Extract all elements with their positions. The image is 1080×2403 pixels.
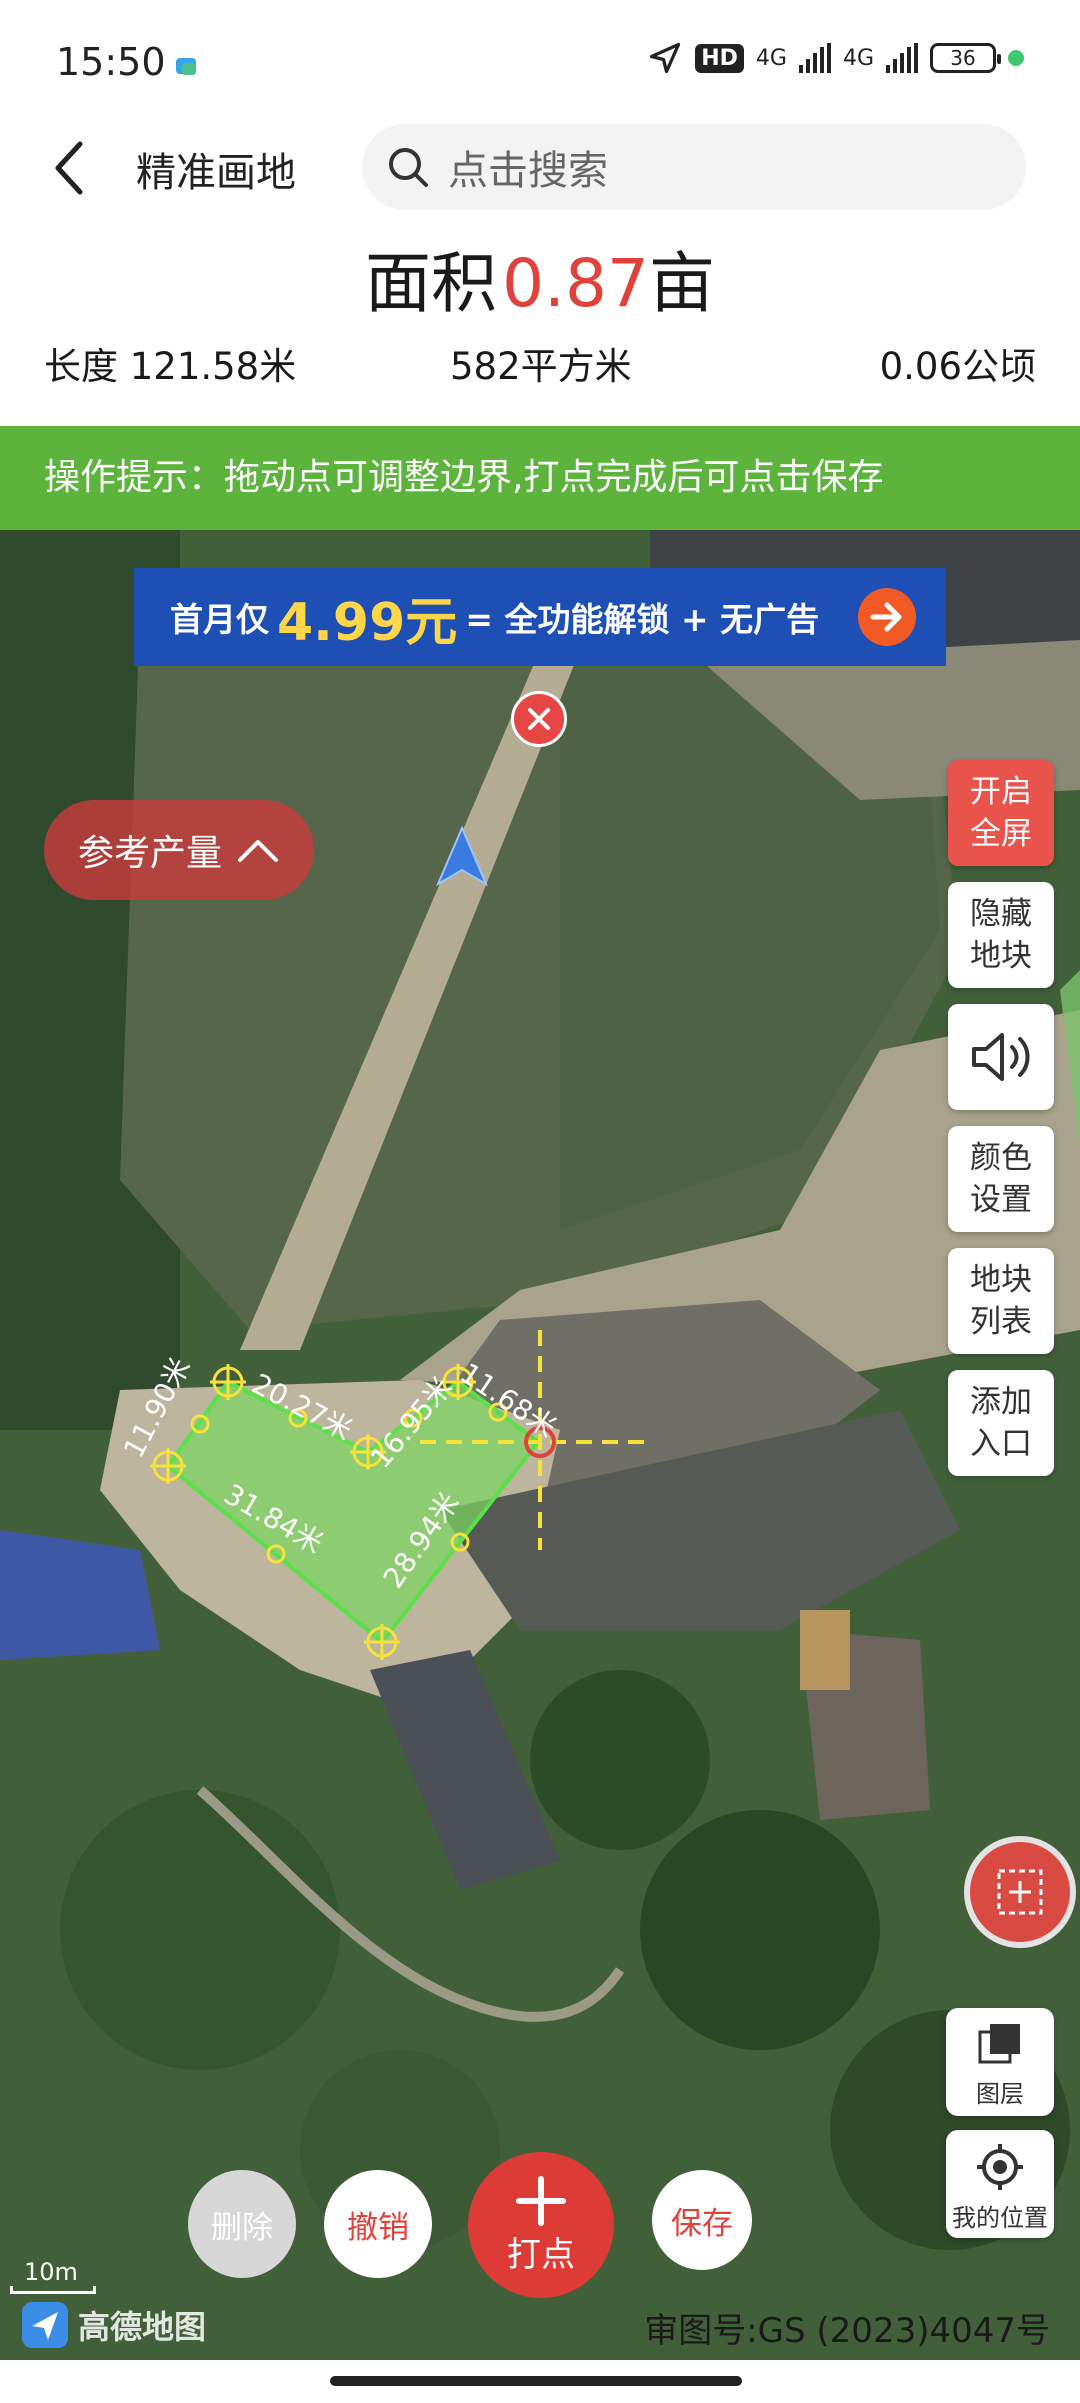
fullscreen-label-1: 开启 <box>970 774 1032 810</box>
area-label: 面积 <box>364 245 497 322</box>
back-button[interactable] <box>40 138 100 198</box>
hide-plot-button[interactable]: 隐藏 地块 <box>948 882 1054 988</box>
area-summary: 面积 0.87亩 <box>0 230 1080 330</box>
operation-tip-bar: 操作提示：拖动点可调整边界,打点完成后可点击保存 <box>0 426 1080 530</box>
map-scale: 10m <box>10 2258 96 2294</box>
map-approval-number: 审图号:GS (2023)4047号 <box>644 2311 1050 2351</box>
promo-price: 4.99元 <box>277 592 458 653</box>
perimeter-length: 长度 121.58米 <box>44 345 297 388</box>
locate-icon <box>977 2144 1023 2190</box>
undo-button[interactable]: 撤销 <box>324 2170 432 2278</box>
current-position-arrow-icon <box>436 826 488 886</box>
arrow-right-icon <box>858 588 916 646</box>
measurement-stats: 长度 121.58米 582平方米 0.06公顷 <box>0 332 1080 392</box>
promo-banner[interactable]: 首月仅 4.99元 = 全功能解锁 + 无广告 <box>134 568 946 666</box>
color-settings-label-2: 设置 <box>970 1182 1032 1218</box>
status-time: 15:50 <box>56 40 166 84</box>
measure-mode-button[interactable] <box>964 1836 1076 1948</box>
network-type-2: 4G <box>842 45 874 71</box>
measure-grid-icon <box>997 1869 1043 1915</box>
speaker-icon <box>972 1033 1030 1081</box>
plot-list-button[interactable]: 地块 列表 <box>948 1248 1054 1354</box>
add-entry-button[interactable]: 添加 入口 <box>948 1370 1054 1476</box>
area-unit: 亩 <box>649 245 716 322</box>
signal-icon-2 <box>886 43 918 73</box>
add-entry-label-1: 添加 <box>970 1384 1032 1420</box>
hide-plot-label-1: 隐藏 <box>970 896 1032 932</box>
plus-icon <box>516 2175 566 2226</box>
reference-yield-label: 参考产量 <box>77 833 222 874</box>
add-entry-label-2: 入口 <box>970 1426 1032 1462</box>
color-settings-label-1: 颜色 <box>970 1140 1032 1176</box>
plot-list-label-2: 列表 <box>970 1304 1032 1340</box>
map-provider-name: 高德地图 <box>78 2308 207 2346</box>
privacy-indicator-dot <box>1008 50 1024 66</box>
layers-label: 图层 <box>976 2080 1024 2108</box>
hide-plot-label-2: 地块 <box>970 938 1032 974</box>
promo-prefix: 首月仅 <box>170 600 269 639</box>
fullscreen-toggle-button[interactable]: 开启 全屏 <box>948 760 1054 866</box>
save-button[interactable]: 保存 <box>652 2170 752 2270</box>
hd-voice-icon: HD <box>695 43 744 73</box>
close-promo-button[interactable] <box>511 691 567 747</box>
status-icons: HD 4G 4G 36 <box>647 40 1024 76</box>
scale-bar <box>10 2286 96 2294</box>
signal-icon-1 <box>798 43 831 73</box>
message-notification-icon <box>176 58 196 75</box>
layers-button[interactable]: 图层 <box>946 2008 1054 2116</box>
location-arrow-icon <box>650 42 681 74</box>
close-icon <box>528 708 550 730</box>
network-type-1: 4G <box>755 45 787 71</box>
scale-label: 10m <box>24 2258 78 2286</box>
search-icon <box>389 148 428 187</box>
battery-icon: 36 <box>930 43 1001 73</box>
reference-yield-button[interactable]: 参考产量 <box>44 800 314 900</box>
hectares: 0.06公顷 <box>879 345 1036 388</box>
my-location-button[interactable]: 我的位置 <box>946 2130 1054 2238</box>
search-placeholder: 点击搜索 <box>448 148 608 194</box>
square-meters: 582平方米 <box>450 345 632 388</box>
app-header: 精准画地 点击搜索 <box>0 120 1080 230</box>
color-settings-button[interactable]: 颜色 设置 <box>948 1126 1054 1232</box>
my-location-label: 我的位置 <box>952 2204 1048 2232</box>
promo-suffix: = 全功能解锁 + 无广告 <box>465 600 820 639</box>
search-bar[interactable]: 点击搜索 <box>362 124 1026 210</box>
page-title: 精准画地 <box>136 150 296 196</box>
plot-list-label-1: 地块 <box>970 1262 1032 1298</box>
delete-button[interactable]: 删除 <box>188 2170 296 2278</box>
map-provider-logo: 高德地图 <box>20 2300 206 2350</box>
add-point-button[interactable]: 打点 <box>468 2152 614 2298</box>
area-value: 0.87 <box>502 245 650 322</box>
status-bar: 15:50 HD 4G 4G 36 <box>0 0 1080 120</box>
satellite-map[interactable]: 11.90米 20.27米 16.95米 11.68米 28.94米 31.84… <box>0 530 1080 2360</box>
add-point-label: 打点 <box>507 2234 575 2275</box>
fullscreen-label-2: 全屏 <box>970 816 1032 852</box>
home-indicator[interactable] <box>330 2376 742 2386</box>
layers-icon <box>978 2024 1020 2064</box>
sound-toggle-button[interactable] <box>948 1004 1054 1110</box>
chevron-up-icon <box>238 840 278 862</box>
amap-logo-icon <box>22 2302 68 2348</box>
chevron-left-icon <box>55 141 83 195</box>
